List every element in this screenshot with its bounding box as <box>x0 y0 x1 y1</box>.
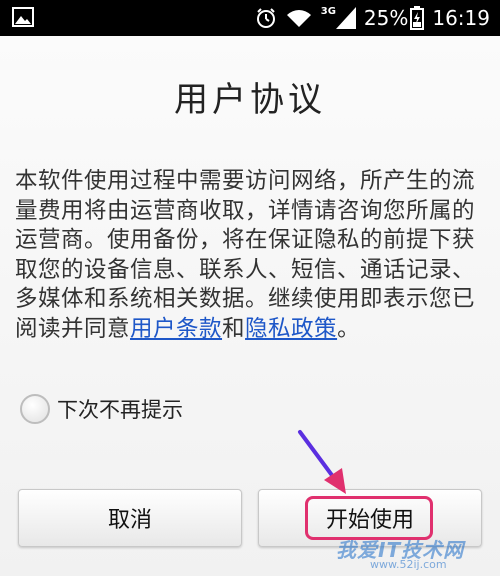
status-icons: 3G 25% 16:19 <box>255 0 490 36</box>
signal-icon <box>335 7 356 29</box>
gallery-icon <box>12 7 34 27</box>
alarm-icon <box>256 8 275 28</box>
network-type-label: 3G <box>320 5 336 17</box>
dont-show-again-row[interactable]: 下次不再提示 <box>20 391 183 427</box>
period-text: 。 <box>337 315 361 342</box>
battery-percent: 25% <box>363 6 409 30</box>
and-text: 和 <box>222 315 246 342</box>
agreement-body: 本软件使用过程中需要访问网络，所产生的流量费用将由运营商收取，详情请咨询您所属的… <box>15 167 485 344</box>
wifi-icon <box>286 10 311 27</box>
watermark-sub: www.52ij.com <box>370 558 447 571</box>
terms-link[interactable]: 用户条款 <box>130 316 222 342</box>
dont-show-again-checkbox[interactable] <box>20 394 50 424</box>
clock-time: 16:19 <box>432 6 490 30</box>
privacy-link[interactable]: 隐私政策 <box>245 316 337 342</box>
status-bar: 3G 25% 16:19 <box>0 0 500 36</box>
battery-icon <box>410 6 425 30</box>
cancel-button[interactable]: 取消 <box>18 489 242 547</box>
dont-show-again-label: 下次不再提示 <box>57 398 183 422</box>
dialog-title: 用户协议 <box>174 80 326 120</box>
